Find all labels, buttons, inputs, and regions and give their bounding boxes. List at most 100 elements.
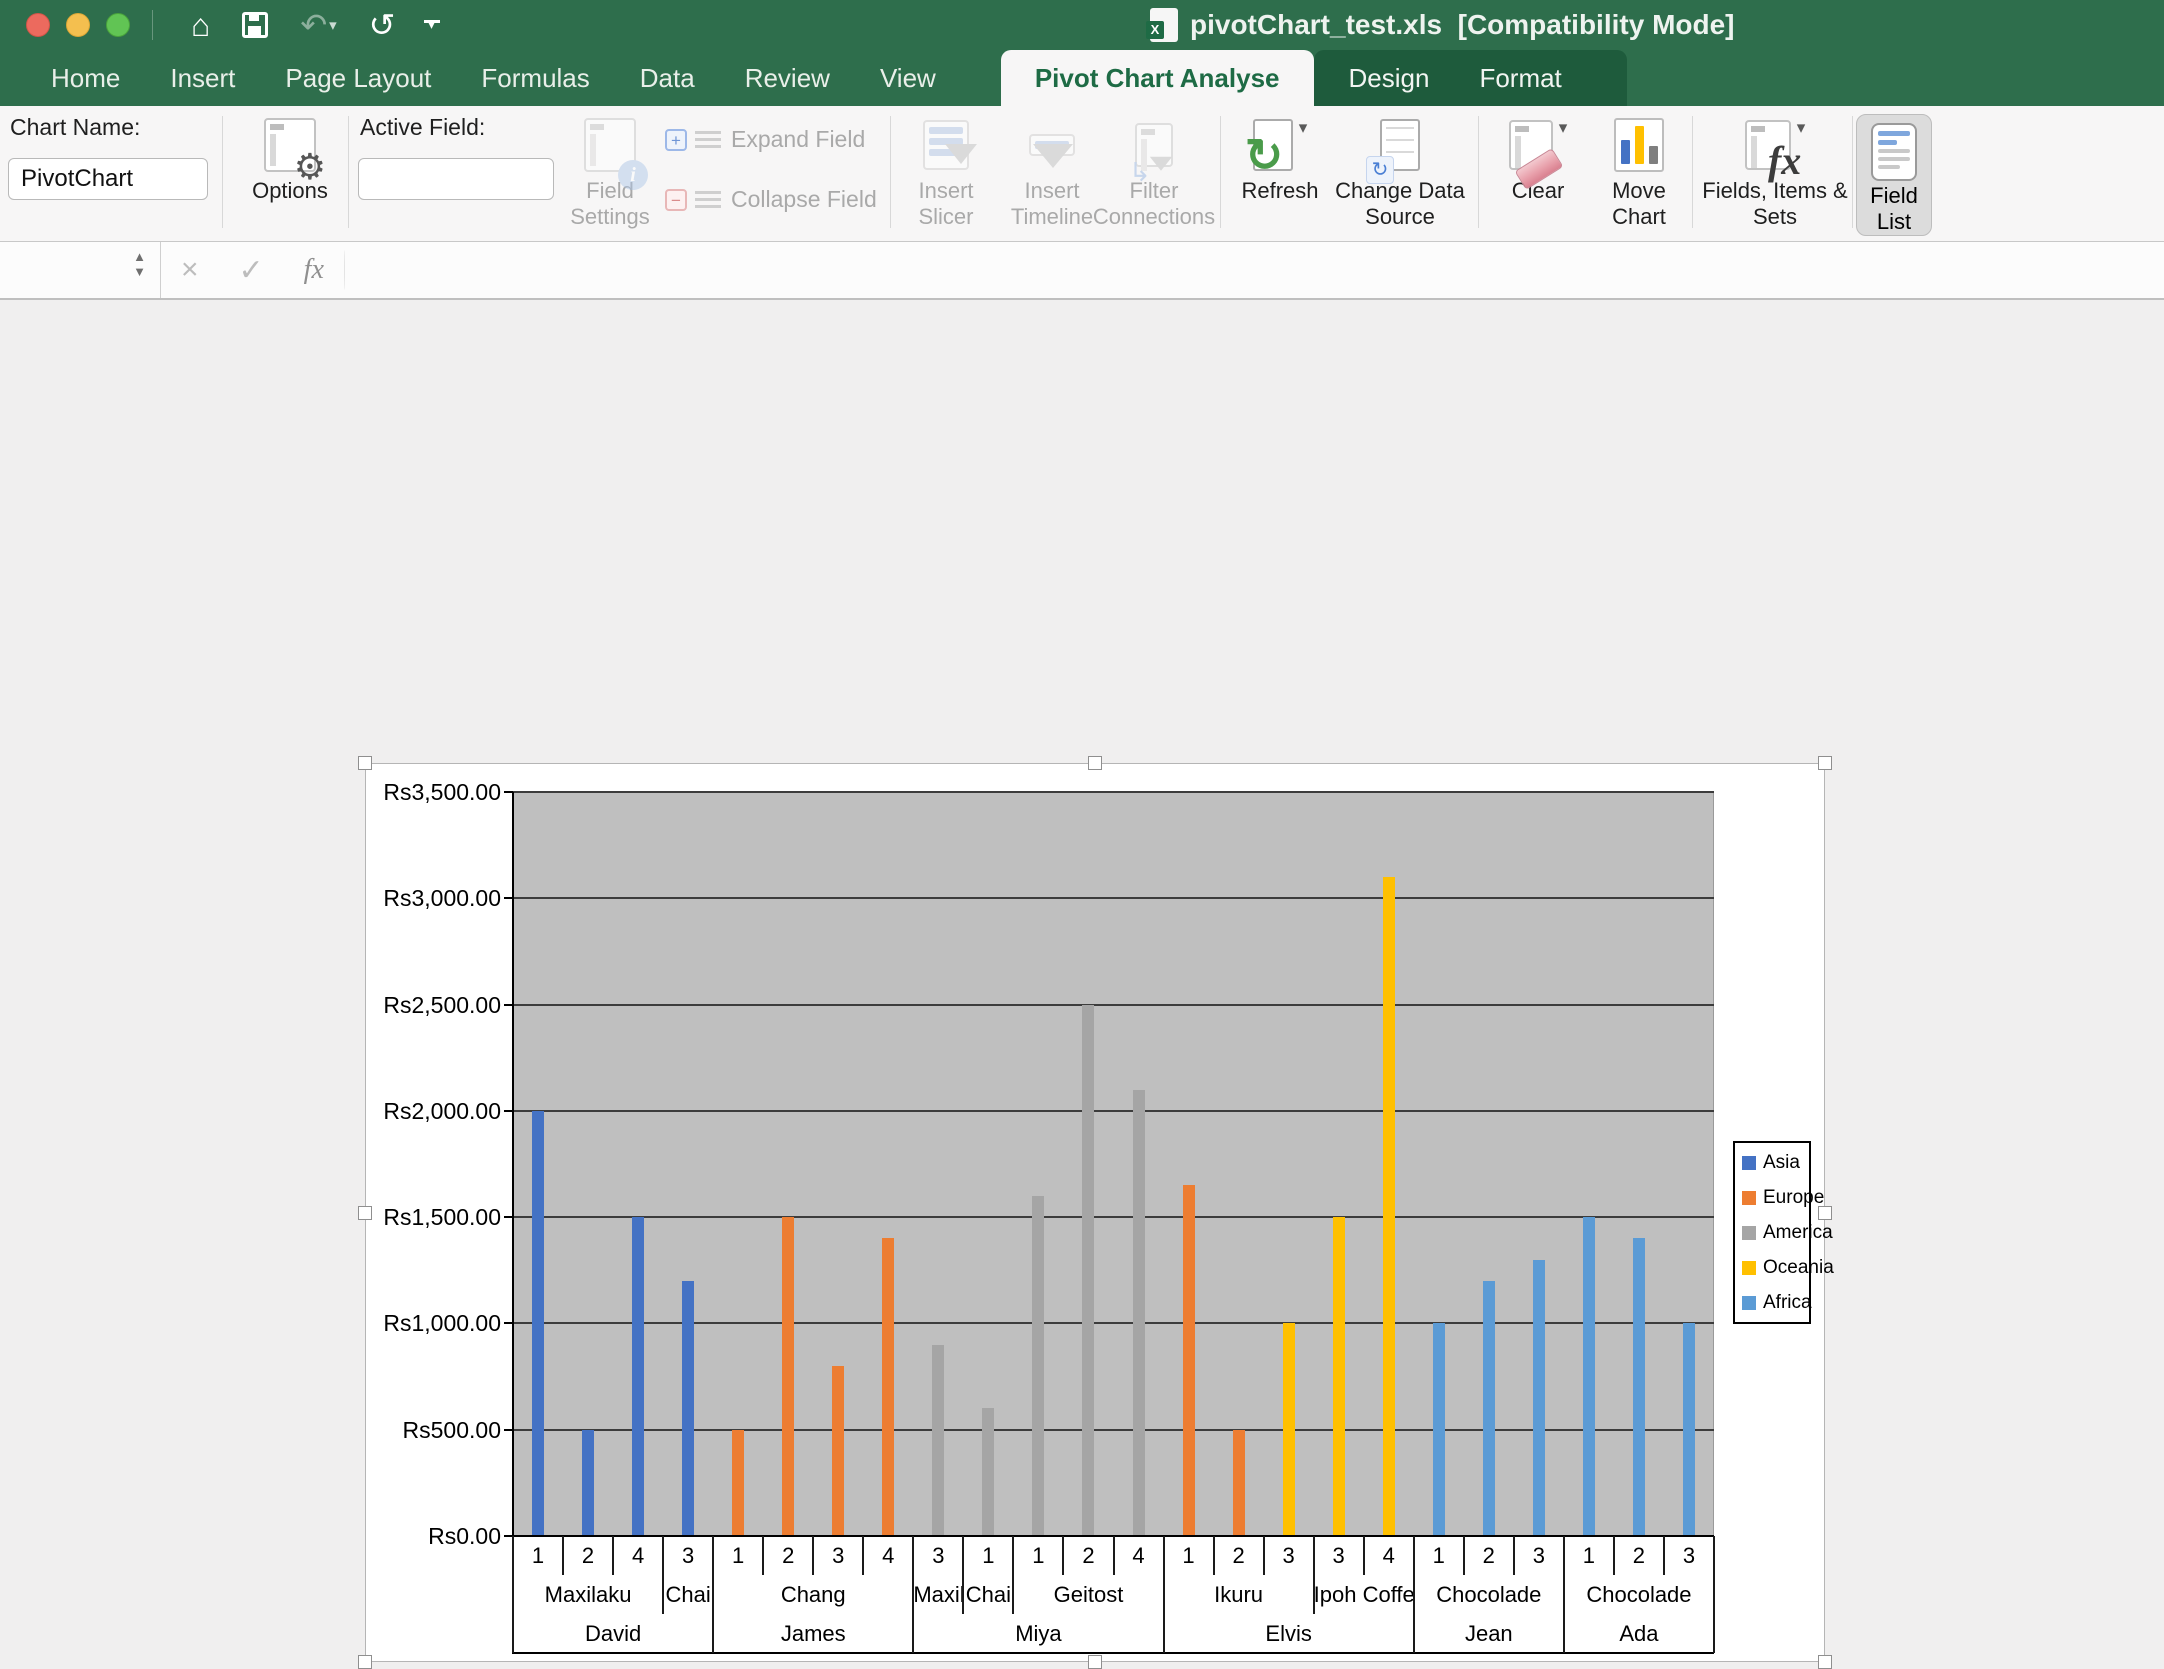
chart-bar[interactable] <box>732 1430 744 1536</box>
product-label: Chocolade <box>1564 1582 1714 1608</box>
selection-handle-n[interactable] <box>1088 756 1102 770</box>
tab-view[interactable]: View <box>855 50 961 106</box>
legend-entry: Asia <box>1735 1145 1809 1180</box>
chart-bar[interactable] <box>1633 1238 1645 1536</box>
selection-handle-se[interactable] <box>1818 1655 1832 1669</box>
close-window-button[interactable] <box>26 13 50 37</box>
selection-handle-ne[interactable] <box>1818 756 1832 770</box>
quarter-label: 2 <box>1614 1543 1664 1569</box>
clear-icon: ▾ <box>1509 112 1568 178</box>
formula-bar: ▲▼ × ✓ fx <box>0 242 2164 300</box>
active-field-input[interactable] <box>358 158 554 200</box>
legend-entry: Africa <box>1735 1285 1809 1320</box>
pivot-chart-object[interactable]: Rs3,500.00Rs3,000.00Rs2,500.00Rs2,000.00… <box>365 763 1825 1662</box>
worksheet-canvas[interactable]: Rs3,500.00Rs3,000.00Rs2,500.00Rs2,000.00… <box>0 300 2164 1532</box>
options-button[interactable]: ⚙ Options <box>238 112 342 238</box>
chart-bar[interactable] <box>882 1238 894 1536</box>
chart-bar[interactable] <box>1583 1217 1595 1536</box>
product-label: Maxilaku <box>913 1582 963 1608</box>
field-list-button[interactable]: Field List <box>1856 114 1932 236</box>
group-divider <box>890 116 891 228</box>
active-field-label: Active Field: <box>360 114 485 141</box>
category-area-bottom-line <box>512 1652 1714 1654</box>
legend-entry: America <box>1735 1215 1809 1250</box>
window-title: pivotChart_test.xls [Compatibility Mode] <box>1190 9 1735 41</box>
quarter-separator <box>1213 1536 1215 1575</box>
legend-swatch <box>1742 1191 1756 1205</box>
chart-name-input[interactable] <box>8 158 208 200</box>
chart-bar[interactable] <box>1283 1323 1295 1536</box>
insert-function-icon[interactable]: fx <box>304 254 324 286</box>
redo-icon[interactable]: ↺ <box>369 9 396 41</box>
chart-bar[interactable] <box>1433 1323 1445 1536</box>
selection-handle-sw[interactable] <box>358 1655 372 1669</box>
home-icon[interactable]: ⌂ <box>191 9 210 41</box>
contextual-tab-group: Design Format <box>1314 50 1627 106</box>
legend-swatch <box>1742 1226 1756 1240</box>
gridline <box>513 897 1714 899</box>
product-label: Chai <box>663 1582 713 1608</box>
product-label: Ipoh Coffee <box>1314 1582 1414 1608</box>
change-data-source-button[interactable]: ↻ Change Data Source <box>1330 112 1470 238</box>
quarter-separator <box>562 1536 564 1575</box>
chart-bar[interactable] <box>1383 877 1395 1536</box>
chart-bar[interactable] <box>932 1345 944 1536</box>
chart-bar[interactable] <box>982 1408 994 1536</box>
chart-bar[interactable] <box>582 1430 594 1536</box>
minimize-window-button[interactable] <box>66 13 90 37</box>
name-box[interactable]: ▲▼ <box>0 242 160 298</box>
quarter-label: 3 <box>1664 1543 1714 1569</box>
chart-bar[interactable] <box>1533 1260 1545 1536</box>
clear-button[interactable]: ▾ Clear <box>1488 112 1588 238</box>
zoom-window-button[interactable] <box>106 13 130 37</box>
refresh-button[interactable]: ↻ ▾ Refresh <box>1228 112 1332 238</box>
tab-data[interactable]: Data <box>615 50 720 106</box>
filter-connections-button: ↳ Filter Connections <box>1094 112 1214 238</box>
person-separator <box>1413 1536 1415 1653</box>
fields-items-sets-button[interactable]: fx ▾ Fields, Items & Sets <box>1700 112 1850 238</box>
selection-handle-s[interactable] <box>1088 1655 1102 1669</box>
undo-dropdown-icon: ▾ <box>329 18 337 33</box>
tab-insert[interactable]: Insert <box>145 50 260 106</box>
chart-bar[interactable] <box>1183 1185 1195 1536</box>
chart-bar[interactable] <box>682 1281 694 1536</box>
product-separator <box>662 1536 664 1614</box>
tab-pivot-chart-analyse[interactable]: Pivot Chart Analyse <box>1001 50 1314 106</box>
tab-format[interactable]: Format <box>1454 50 1586 106</box>
chart-legend[interactable]: AsiaEuropeAmericaOceaniaAfrica <box>1733 1141 1811 1324</box>
chart-bar[interactable] <box>782 1217 794 1536</box>
chart-bar[interactable] <box>1032 1196 1044 1536</box>
y-axis-label: Rs1,000.00 <box>369 1310 501 1337</box>
y-axis-label: Rs3,500.00 <box>369 779 501 806</box>
chart-bar[interactable] <box>1233 1430 1245 1536</box>
selection-handle-w[interactable] <box>358 1206 372 1220</box>
chart-bar[interactable] <box>1483 1281 1495 1536</box>
chart-bar[interactable] <box>832 1366 844 1536</box>
quarter-label: 3 <box>813 1543 863 1569</box>
formula-input[interactable] <box>345 242 2164 298</box>
tab-page-layout[interactable]: Page Layout <box>260 50 456 106</box>
save-icon[interactable] <box>242 12 268 38</box>
chart-bar[interactable] <box>532 1111 544 1536</box>
chart-bar[interactable] <box>1133 1090 1145 1536</box>
name-box-stepper[interactable]: ▲▼ <box>133 250 146 278</box>
customize-toolbar-icon[interactable]: ▾ <box>427 20 435 30</box>
cancel-icon: × <box>181 253 199 287</box>
chart-bar[interactable] <box>1683 1323 1695 1536</box>
chart-bar[interactable] <box>1082 1005 1094 1536</box>
quarter-separator <box>1363 1536 1365 1575</box>
quarter-label: 2 <box>763 1543 813 1569</box>
tab-formulas[interactable]: Formulas <box>456 50 614 106</box>
tab-review[interactable]: Review <box>720 50 855 106</box>
selection-handle-nw[interactable] <box>358 756 372 770</box>
tab-home[interactable]: Home <box>26 50 145 106</box>
clear-dropdown-icon: ▾ <box>1559 118 1568 138</box>
selection-handle-e[interactable] <box>1818 1206 1832 1220</box>
quarter-label: 1 <box>513 1543 563 1569</box>
chart-bar[interactable] <box>1333 1217 1345 1536</box>
legend-series-name: America <box>1763 1222 1833 1244</box>
quarter-label: 3 <box>1514 1543 1564 1569</box>
move-chart-button[interactable]: Move Chart <box>1594 112 1684 238</box>
chart-bar[interactable] <box>632 1217 644 1536</box>
tab-design[interactable]: Design <box>1324 50 1455 106</box>
